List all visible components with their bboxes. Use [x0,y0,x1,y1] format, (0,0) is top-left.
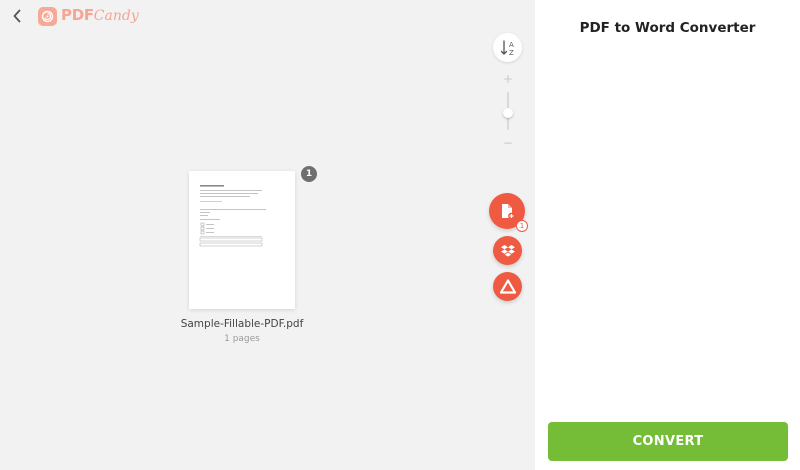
logo-text-strong: PDF [61,6,94,24]
dropbox-icon [500,244,515,257]
sort-letter-a: A [509,41,514,49]
pdf-page-preview [199,185,266,247]
page-count-badge: 1 [301,166,317,182]
file-page-count: 1 pages [224,334,260,344]
page-title: PDF to Word Converter [579,20,756,36]
file-name: Sample-Fillable-PDF.pdf [180,318,304,330]
convert-button[interactable]: CONVERT [548,422,788,461]
google-drive-button[interactable] [493,272,522,301]
file-thumbnail[interactable] [189,171,295,309]
candy-logo-icon [38,6,57,26]
sort-letter-z: Z [509,49,514,57]
logo-text: PDFCandy [61,6,139,26]
sort-az-icon: A Z [500,39,514,57]
zoom-out-button[interactable]: − [501,136,515,150]
zoom-slider-handle[interactable] [503,108,513,118]
dropbox-button[interactable] [493,236,522,265]
google-drive-icon [499,278,516,294]
workspace: PDFCandy A Z + − 1 Sample-Fillable-PDF.p… [0,0,535,470]
added-files-count-badge: 1 [516,220,528,232]
sort-button[interactable]: A Z [493,33,522,62]
pdfcandy-logo[interactable]: PDFCandy [38,6,139,26]
file-plus-icon [502,204,515,220]
back-button[interactable] [8,7,26,25]
logo-text-light: Candy [93,8,139,24]
settings-sidebar: PDF to Word Converter CONVERT [535,0,800,470]
chevron-left-icon [13,9,21,23]
zoom-in-button[interactable]: + [501,72,515,86]
